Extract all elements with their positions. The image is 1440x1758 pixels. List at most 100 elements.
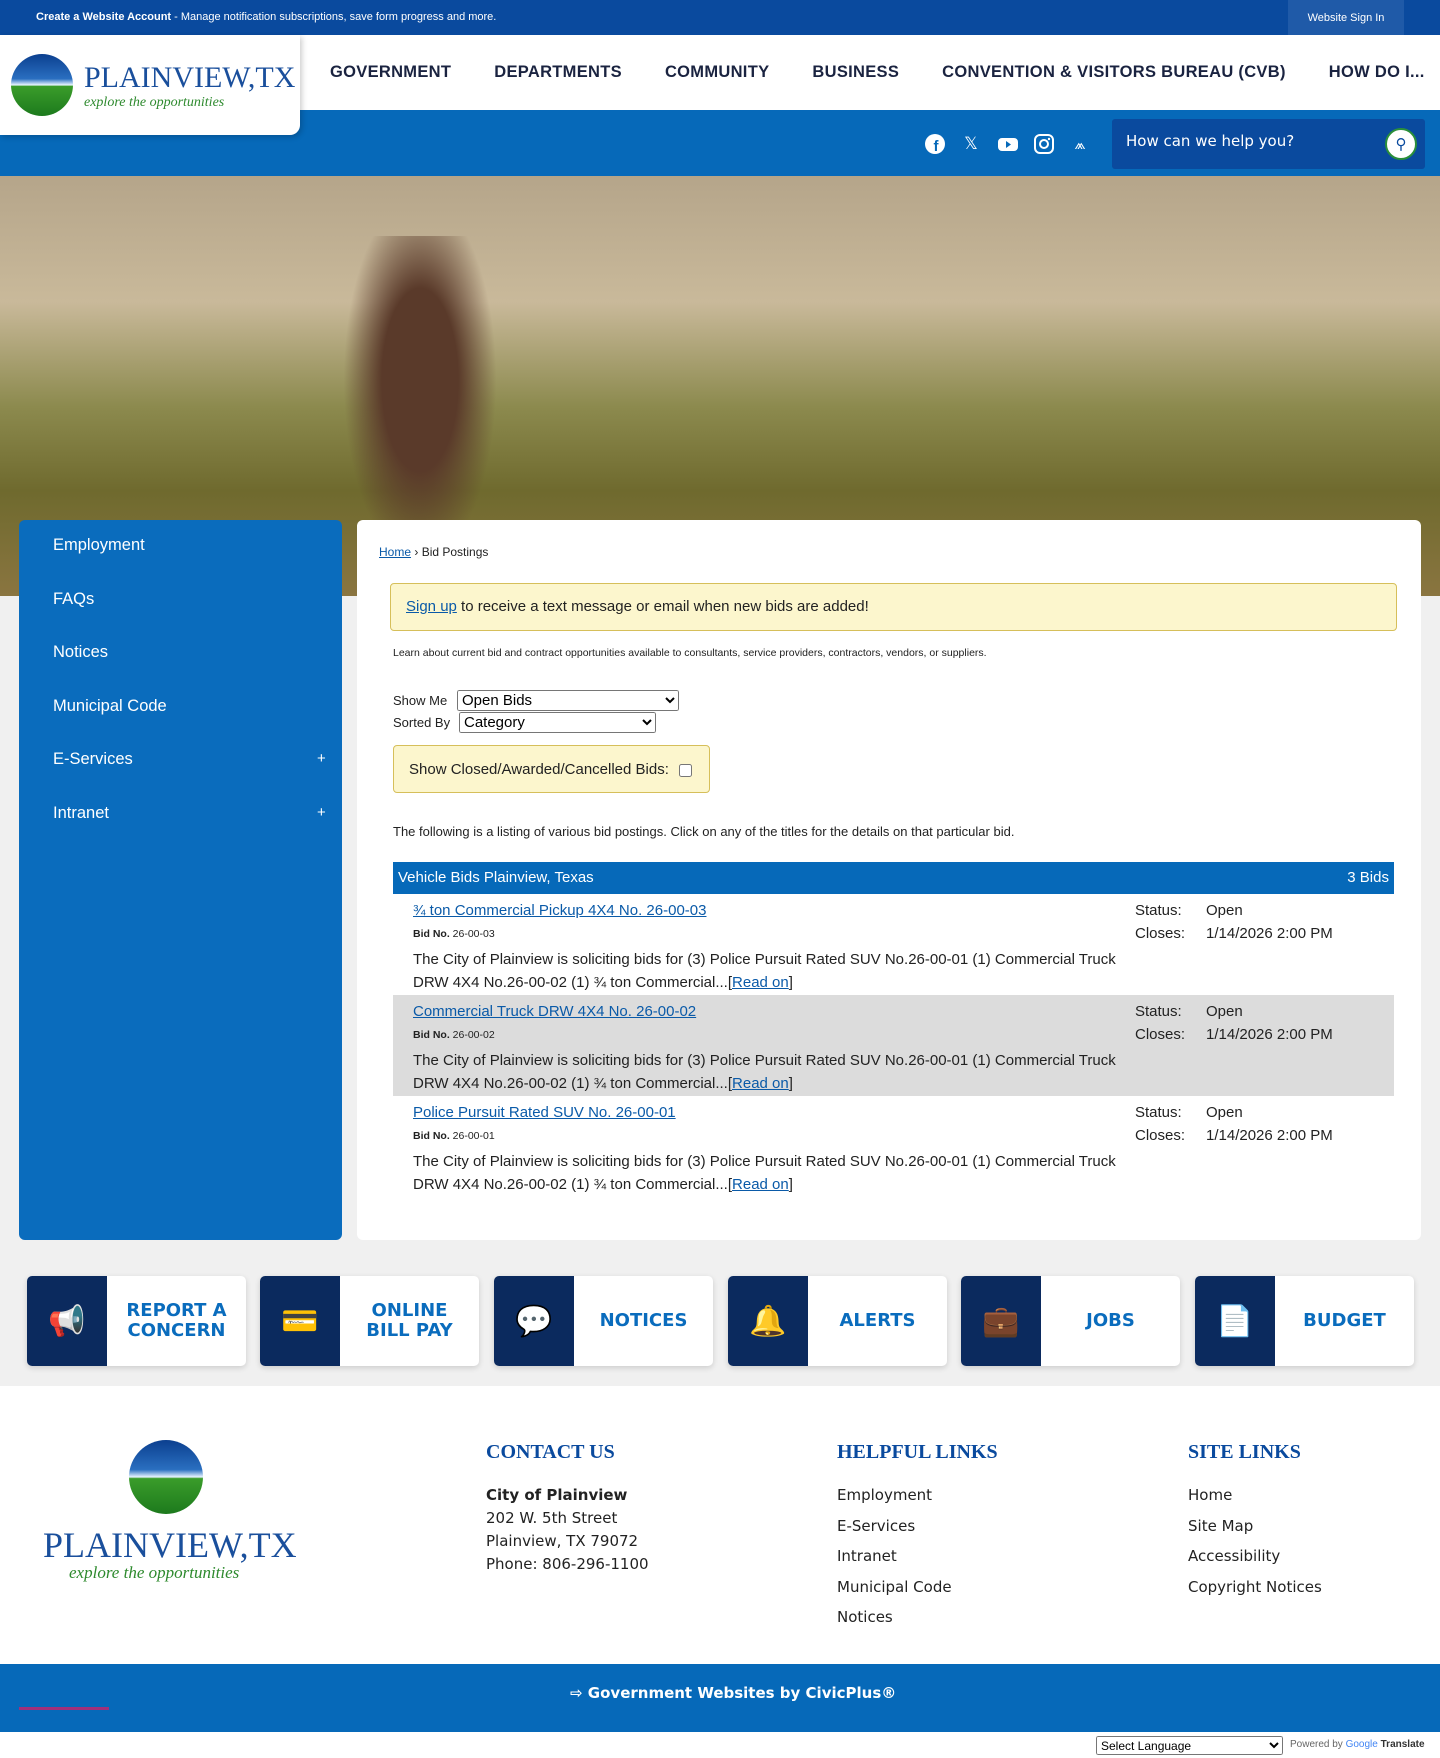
footer-link[interactable]: Employment: [837, 1486, 932, 1504]
status-label: Status:: [1135, 1104, 1182, 1121]
x-icon[interactable]: 𝕏: [960, 133, 982, 155]
bid-description: The City of Plainview is soliciting bids…: [413, 1052, 1116, 1092]
footer-logo-tagline: explore the opportunities: [69, 1563, 240, 1582]
bid-number-label: Bid No.: [413, 1130, 450, 1142]
instagram-icon[interactable]: [1033, 133, 1055, 155]
civicplus-icon: ⇨: [570, 1684, 588, 1702]
category-header: Vehicle Bids Plainview, Texas 3 Bids: [393, 862, 1394, 894]
footer-link[interactable]: Copyright Notices: [1188, 1578, 1322, 1596]
contact-phone: Phone: 806-296-1100: [486, 1555, 649, 1573]
search-input[interactable]: [1126, 132, 1366, 150]
status-value: Open: [1206, 902, 1243, 919]
bid-number-value: 26-00-01: [452, 1130, 495, 1142]
closes-value: 1/14/2026 2:00 PM: [1206, 1127, 1333, 1144]
intro-text: Learn about current bid and contract opp…: [393, 647, 987, 659]
quick-link-tile[interactable]: 💳 ONLINE BILL PAY: [260, 1276, 479, 1366]
search-button[interactable]: ⚲: [1385, 128, 1417, 160]
bell-icon: 🔔: [728, 1276, 808, 1366]
quick-link-tile[interactable]: 💼 JOBS: [961, 1276, 1180, 1366]
create-account-desc: - Manage notification subscriptions, sav…: [171, 11, 497, 23]
contact-address1: 202 W. 5th Street: [486, 1509, 618, 1527]
nav-how-do-i[interactable]: HOW DO I...: [1329, 63, 1425, 82]
read-on-link[interactable]: Read on: [732, 974, 789, 991]
facebook-icon[interactable]: f: [924, 133, 946, 155]
footer-link[interactable]: Intranet: [837, 1547, 897, 1565]
status-value: Open: [1206, 1104, 1243, 1121]
document-dollar-icon: 📄: [1195, 1276, 1275, 1366]
civic-icon[interactable]: ⩕: [1069, 133, 1091, 155]
nav-community[interactable]: COMMUNITY: [665, 63, 769, 82]
show-closed-box: Show Closed/Awarded/Cancelled Bids:: [393, 745, 710, 793]
youtube-icon[interactable]: [997, 133, 1019, 155]
category-name: Vehicle Bids Plainview, Texas: [398, 869, 594, 886]
bid-title-link[interactable]: Police Pursuit Rated SUV No. 26-00-01: [413, 1104, 676, 1121]
logo-globe-icon: [11, 54, 73, 116]
nav-business[interactable]: BUSINESS: [812, 63, 899, 82]
footer-link[interactable]: Home: [1188, 1486, 1232, 1504]
main-nav: GOVERNMENT DEPARTMENTS COMMUNITY BUSINES…: [330, 35, 1425, 110]
powered-by-text: Powered by: [1290, 1739, 1343, 1750]
bid-number: Bid No. 26-00-01: [413, 1130, 495, 1142]
signup-alert: Sign up to receive a text message or ema…: [390, 583, 1397, 631]
show-closed-label: Show Closed/Awarded/Cancelled Bids:: [409, 761, 669, 778]
status-label: Status:: [1135, 902, 1182, 919]
bid-title-link[interactable]: ¾ ton Commercial Pickup 4X4 No. 26-00-03: [413, 902, 706, 919]
footer-logo-name: PLAINVIEW,TX: [43, 1525, 297, 1565]
sorted-by-label: Sorted By: [393, 715, 451, 730]
sidebar-item-employment[interactable]: Employment: [53, 536, 145, 555]
show-closed-checkbox[interactable]: [679, 763, 693, 777]
quick-link-tile[interactable]: 🔔 ALERTS: [728, 1276, 947, 1366]
closes-label: Closes:: [1135, 925, 1186, 942]
language-select[interactable]: Select Language: [1096, 1736, 1283, 1755]
nav-departments[interactable]: DEPARTMENTS: [494, 63, 622, 82]
sorted-by-select[interactable]: Category: [459, 712, 656, 733]
focus-indicator: [19, 1707, 109, 1710]
contact-heading: CONTACT US: [486, 1441, 615, 1463]
quick-link-label: NOTICES: [599, 1310, 688, 1331]
sidebar-item-notices[interactable]: Notices: [53, 643, 108, 662]
sidebar-item-municipal-code[interactable]: Municipal Code: [53, 697, 167, 716]
footer-link[interactable]: E-Services: [837, 1517, 915, 1535]
bid-row: Police Pursuit Rated SUV No. 26-00-01 Bi…: [393, 1096, 1394, 1197]
breadcrumb-home[interactable]: Home: [379, 545, 411, 559]
quick-link-label: REPORT A CONCERN: [126, 1300, 227, 1341]
create-account-link[interactable]: Create a Website Account: [36, 11, 171, 23]
bid-number: Bid No. 26-00-03: [413, 928, 495, 940]
quick-link-label: ALERTS: [839, 1310, 916, 1331]
contact-address2: Plainview, TX 79072: [486, 1532, 639, 1550]
sidebar-item-intranet[interactable]: Intranet: [53, 804, 109, 823]
site-logo[interactable]: PLAINVIEW,TX explore the opportunities: [0, 35, 300, 135]
closes-value: 1/14/2026 2:00 PM: [1206, 925, 1333, 942]
bid-row: ¾ ton Commercial Pickup 4X4 No. 26-00-03…: [393, 894, 1394, 995]
main-content: Home › Bid Postings Sign up to receive a…: [357, 520, 1421, 1240]
footer-link[interactable]: Notices: [837, 1608, 893, 1626]
closes-label: Closes:: [1135, 1026, 1186, 1043]
logo-tagline: explore the opportunities: [84, 95, 225, 110]
quick-link-tile[interactable]: 📢 REPORT A CONCERN: [27, 1276, 246, 1366]
bid-number: Bid No. 26-00-02: [413, 1029, 495, 1041]
sidebar-item-faqs[interactable]: FAQs: [53, 590, 94, 609]
read-on-link[interactable]: Read on: [732, 1176, 789, 1193]
bid-number-label: Bid No.: [413, 928, 450, 940]
quick-link-tile[interactable]: 📄 BUDGET: [1195, 1276, 1414, 1366]
read-on-link[interactable]: Read on: [732, 1075, 789, 1092]
expand-intranet-icon[interactable]: +: [317, 804, 326, 821]
sidebar-item-e-services[interactable]: E-Services: [53, 750, 133, 769]
bid-number-value: 26-00-02: [452, 1029, 495, 1041]
bid-description: The City of Plainview is soliciting bids…: [413, 951, 1116, 991]
nav-cvb[interactable]: CONVENTION & VISITORS BUREAU (CVB): [942, 63, 1286, 82]
show-me-select[interactable]: Open Bids: [457, 690, 679, 711]
footer-link[interactable]: Municipal Code: [837, 1578, 952, 1596]
civicplus-link[interactable]: ⇨ Government Websites by CivicPlus®: [570, 1684, 896, 1702]
bid-number-label: Bid No.: [413, 1029, 450, 1041]
website-sign-in-button[interactable]: Website Sign In: [1288, 0, 1404, 35]
bid-description: The City of Plainview is soliciting bids…: [413, 1153, 1116, 1193]
signup-link[interactable]: Sign up: [406, 598, 457, 615]
nav-government[interactable]: GOVERNMENT: [330, 63, 451, 82]
footer-link[interactable]: Site Map: [1188, 1517, 1253, 1535]
logo-name: PLAINVIEW,TX: [84, 61, 296, 94]
footer-link[interactable]: Accessibility: [1188, 1547, 1280, 1565]
expand-e-services-icon[interactable]: +: [317, 750, 326, 767]
bid-title-link[interactable]: Commercial Truck DRW 4X4 No. 26-00-02: [413, 1003, 696, 1020]
quick-link-tile[interactable]: 💬 NOTICES: [494, 1276, 713, 1366]
